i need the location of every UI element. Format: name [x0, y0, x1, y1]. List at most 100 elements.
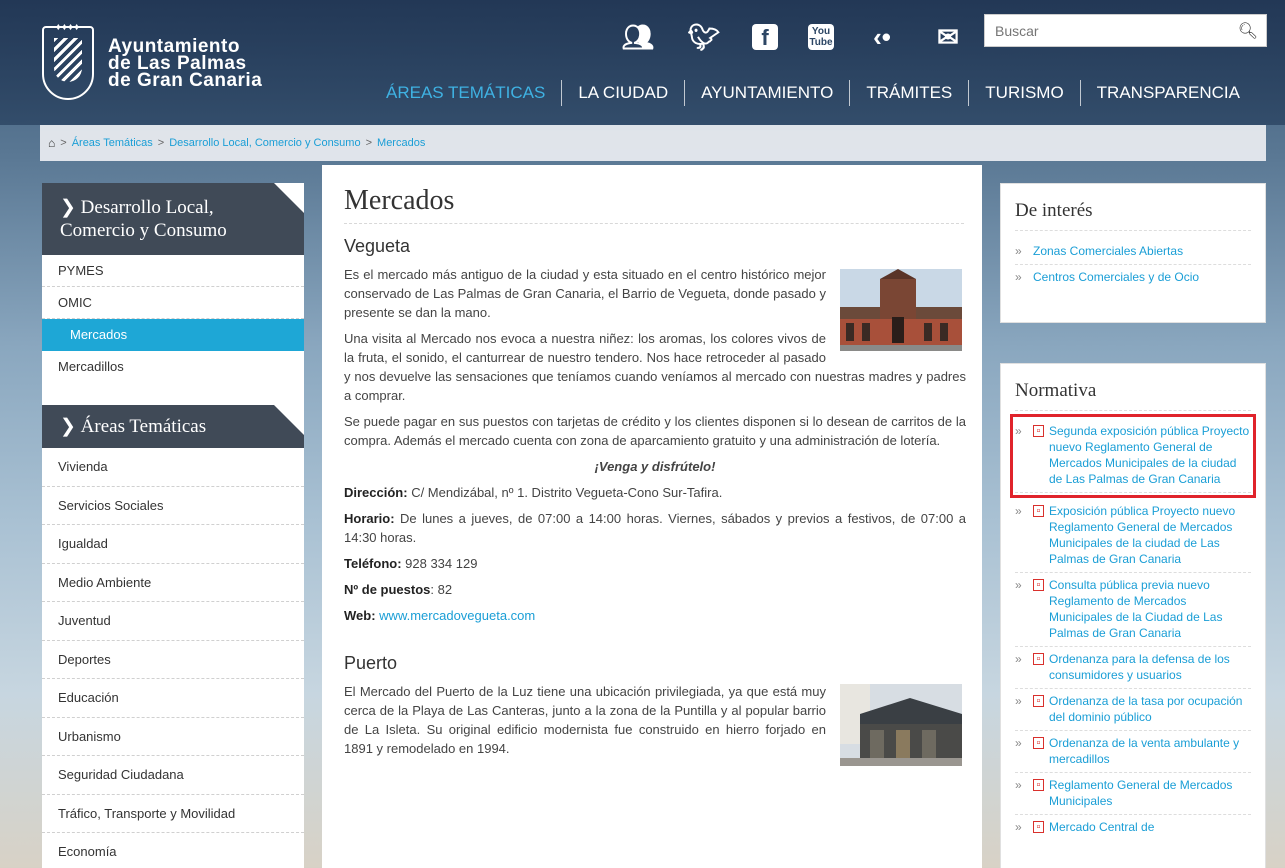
vegueta-horario: Horario: De lunes a jueves, de 07:00 a 1…: [344, 509, 966, 547]
vegueta-market-image: [840, 269, 962, 351]
link-ordenanza-venta[interactable]: » ▫ Ordenanza de la venta ambulante y merc…: [1015, 731, 1251, 773]
breadcrumb-separator: >: [60, 137, 67, 149]
vegueta-paragraph-3: Se puede pagar en sus puestos con tarjet…: [344, 414, 966, 448]
sidebar-item-omic[interactable]: OMIC: [42, 287, 304, 319]
link-mercado-central[interactable]: » ▫ Mercado Central de: [1015, 815, 1251, 840]
link-exposicion-publica[interactable]: » ▫ Exposición pública Proyecto nuevo Regl…: [1015, 499, 1251, 573]
sidebar-item-educacion[interactable]: Educación: [42, 679, 304, 718]
double-chevron-icon: »: [1015, 652, 1022, 666]
pdf-icon: ▫: [1033, 425, 1044, 437]
web-label: Web:: [344, 608, 376, 623]
puestos-label: Nº de puestos: [344, 582, 431, 597]
link-segunda-exposicion[interactable]: » ▫ Segunda exposición pública Proyecto nu…: [1010, 414, 1256, 498]
link-label: Ordenanza para la defensa de los consumi…: [1049, 652, 1230, 682]
link-zonas-comerciales[interactable]: » Zonas Comerciales Abiertas: [1015, 239, 1251, 265]
telefono-value: 928 334 129: [401, 556, 478, 571]
puerto-market-image: [840, 684, 962, 766]
vegueta-telefono: Teléfono: 928 334 129: [344, 554, 966, 573]
pdf-icon: ▫: [1033, 505, 1044, 517]
link-ordenanza-tasa[interactable]: » ▫ Ordenanza de la tasa por ocupación del…: [1015, 689, 1251, 731]
direccion-label: Dirección:: [344, 485, 408, 500]
sidebar-item-economia[interactable]: Economía: [42, 833, 304, 868]
logo-line-3: de Gran Canaria: [108, 69, 263, 91]
nav-transparencia[interactable]: TRANSPARENCIA: [1081, 80, 1256, 106]
people-icon[interactable]: 👥︎: [620, 22, 656, 52]
sidebar-item-juventud[interactable]: Juventud: [42, 602, 304, 641]
shield-icon: [42, 26, 94, 100]
de-interes-title: De interés: [1015, 200, 1251, 231]
youtube-bottom: Tube: [809, 37, 833, 48]
social-links: 👥︎ 🐦︎ f You Tube ‹• ✉︎: [620, 22, 966, 52]
puestos-value: : 82: [430, 582, 453, 597]
breadcrumb-areas-tematicas[interactable]: Áreas Temáticas: [72, 137, 153, 149]
double-chevron-icon: »: [1015, 736, 1022, 750]
nav-la-ciudad[interactable]: LA CIUDAD: [562, 80, 686, 106]
breadcrumb-desarrollo-local[interactable]: Desarrollo Local, Comercio y Consumo: [169, 137, 360, 149]
left-sidebar: ❯ Desarrollo Local, Comercio y Consumo P…: [42, 183, 304, 868]
chevron-right-icon: ❯: [60, 197, 81, 218]
breadcrumb-mercados[interactable]: Mercados: [377, 137, 425, 149]
double-chevron-icon: »: [1015, 778, 1022, 792]
search-input[interactable]: [985, 15, 1225, 46]
sidebar-section-header[interactable]: ❯ Desarrollo Local, Comercio y Consumo: [42, 183, 304, 255]
nav-areas-tematicas[interactable]: ÁREAS TEMÁTICAS: [370, 80, 563, 106]
twitter-icon[interactable]: 🐦︎: [686, 22, 722, 52]
breadcrumb-separator: >: [365, 137, 373, 149]
sidebar-item-medio-ambiente[interactable]: Medio Ambiente: [42, 564, 304, 602]
pdf-icon: ▫: [1033, 695, 1044, 707]
sidebar-item-igualdad[interactable]: Igualdad: [42, 525, 304, 564]
logo-line-1: Ayuntamiento: [108, 35, 240, 57]
sidebar-item-deportes[interactable]: Deportes: [42, 641, 304, 679]
nav-ayuntamiento[interactable]: AYUNTAMIENTO: [685, 80, 851, 106]
breadcrumb: ⌂ > Áreas Temáticas > Desarrollo Local, …: [40, 125, 1266, 161]
pdf-icon: ▫: [1033, 737, 1044, 749]
youtube-icon[interactable]: You Tube: [808, 24, 834, 50]
link-label: Segunda exposición pública Proyecto nuev…: [1049, 424, 1250, 486]
sidebar-item-vivienda[interactable]: Vivienda: [42, 448, 304, 487]
sidebar-item-urbanismo[interactable]: Urbanismo: [42, 718, 304, 756]
vegueta-web: Web: www.mercadovegueta.com: [344, 606, 966, 625]
link-reglamento-general[interactable]: » ▫ Reglamento General de Mercados Municip…: [1015, 773, 1251, 815]
link-centros-comerciales[interactable]: » Centros Comerciales y de Ocio: [1015, 265, 1251, 290]
logo-line-2: de Las Palmas: [108, 52, 247, 74]
link-consulta-publica[interactable]: » ▫ Consulta pública previa nuevo Reglamen…: [1015, 573, 1251, 647]
search-box: 🔍︎: [984, 14, 1267, 47]
logo-text: Ayuntamiento de Las Palmas de Gran Canar…: [108, 35, 263, 91]
nav-turismo[interactable]: TURISMO: [969, 80, 1081, 106]
double-chevron-icon: »: [1015, 270, 1022, 284]
nav-tramites[interactable]: TRÁMITES: [850, 80, 970, 106]
link-label: Ordenanza de la tasa por ocupación del d…: [1049, 694, 1243, 724]
sidebar-item-seguridad-ciudadana[interactable]: Seguridad Ciudadana: [42, 756, 304, 795]
link-label: Consulta pública previa nuevo Reglamento…: [1049, 578, 1223, 640]
site-logo[interactable]: Ayuntamiento de Las Palmas de Gran Canar…: [42, 26, 262, 100]
pdf-icon: ▫: [1033, 653, 1044, 665]
share-icon[interactable]: ‹•: [864, 22, 900, 52]
sidebar-item-trafico[interactable]: Tráfico, Transporte y Movilidad: [42, 795, 304, 833]
sidebar-section-header[interactable]: ❯ Áreas Temáticas: [42, 405, 304, 448]
vegueta-puestos: Nº de puestos: 82: [344, 580, 966, 599]
sidebar-item-pymes[interactable]: PYMES: [42, 255, 304, 287]
link-label: Exposición pública Proyecto nuevo Reglam…: [1049, 504, 1236, 566]
mail-icon[interactable]: ✉︎: [930, 22, 966, 52]
section-title-vegueta: Vegueta: [344, 236, 411, 256]
de-interes-box: De interés » Zonas Comerciales Abiertas »…: [1000, 183, 1266, 323]
site-header: ♦♦♦♦ Ayuntamiento de Las Palmas de Gran …: [0, 0, 1285, 125]
link-label: Zonas Comerciales Abiertas: [1033, 244, 1184, 258]
search-icon[interactable]: 🔍︎: [1238, 21, 1258, 41]
pdf-icon: ▫: [1033, 821, 1044, 833]
normativa-box: Normativa » ▫ Segunda exposición pública P…: [1000, 363, 1266, 868]
breadcrumb-separator: >: [157, 137, 165, 149]
facebook-icon[interactable]: f: [752, 24, 778, 50]
home-icon[interactable]: ⌂: [48, 136, 55, 150]
pdf-icon: ▫: [1033, 779, 1044, 791]
telefono-label: Teléfono:: [344, 556, 402, 571]
link-label: Centros Comerciales y de Ocio: [1033, 270, 1200, 284]
double-chevron-icon: »: [1015, 424, 1022, 438]
sidebar-item-mercadillos[interactable]: Mercadillos: [42, 351, 304, 383]
link-label: Reglamento General de Mercados Municipal…: [1049, 778, 1233, 808]
link-ordenanza-consumidores[interactable]: » ▫ Ordenanza para la defensa de los consu…: [1015, 647, 1251, 689]
vegueta-web-link[interactable]: www.mercadovegueta.com: [379, 608, 535, 623]
sidebar-item-servicios-sociales[interactable]: Servicios Sociales: [42, 487, 304, 525]
corner-fold: [274, 405, 304, 435]
sidebar-item-mercados[interactable]: Mercados: [42, 319, 304, 351]
